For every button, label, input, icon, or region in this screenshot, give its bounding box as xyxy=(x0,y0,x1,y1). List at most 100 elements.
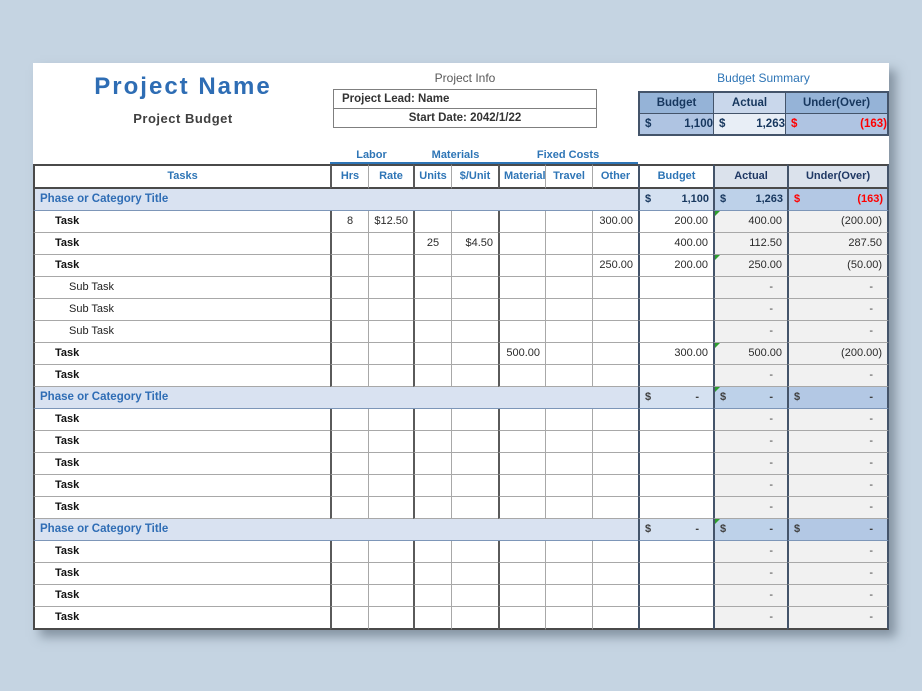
material-cell[interactable] xyxy=(498,607,545,630)
column-header-units[interactable]: Units xyxy=(413,164,451,189)
rate-cell[interactable] xyxy=(368,541,413,563)
column-header-rate[interactable]: Rate xyxy=(368,164,413,189)
rate-cell[interactable] xyxy=(368,475,413,497)
travel-cell[interactable] xyxy=(545,211,592,233)
units-cell[interactable] xyxy=(413,365,451,387)
under-cell[interactable]: - xyxy=(787,607,889,630)
other-cell[interactable] xyxy=(592,233,638,255)
rate-cell[interactable] xyxy=(368,409,413,431)
travel-cell[interactable] xyxy=(545,585,592,607)
task-label-cell[interactable]: Task xyxy=(33,343,330,365)
rate-cell[interactable] xyxy=(368,607,413,630)
actual-cell[interactable]: 500.00 xyxy=(713,343,787,365)
unit-cost-cell[interactable] xyxy=(451,431,498,453)
column-header-material[interactable]: Material xyxy=(498,164,545,189)
actual-cell[interactable]: - xyxy=(713,607,787,630)
units-cell[interactable] xyxy=(413,431,451,453)
under-cell[interactable]: 287.50 xyxy=(787,233,889,255)
unit-cost-cell[interactable] xyxy=(451,365,498,387)
budget-cell[interactable] xyxy=(638,299,713,321)
material-cell[interactable] xyxy=(498,299,545,321)
other-cell[interactable] xyxy=(592,475,638,497)
unit-cost-cell[interactable] xyxy=(451,541,498,563)
actual-cell[interactable]: - xyxy=(713,541,787,563)
travel-cell[interactable] xyxy=(545,299,592,321)
phase-title-cell[interactable]: Phase or Category Title xyxy=(33,387,638,409)
task-label-cell[interactable]: Task xyxy=(33,475,330,497)
rate-cell[interactable] xyxy=(368,277,413,299)
rate-cell[interactable] xyxy=(368,453,413,475)
travel-cell[interactable] xyxy=(545,233,592,255)
other-cell[interactable] xyxy=(592,453,638,475)
hrs-cell[interactable] xyxy=(330,607,368,630)
task-label-cell[interactable]: Task xyxy=(33,585,330,607)
task-label-cell[interactable]: Task xyxy=(33,541,330,563)
hrs-cell[interactable] xyxy=(330,365,368,387)
material-cell[interactable] xyxy=(498,585,545,607)
rate-cell[interactable] xyxy=(368,299,413,321)
unit-cost-cell[interactable] xyxy=(451,321,498,343)
rate-cell[interactable] xyxy=(368,255,413,277)
unit-cost-cell[interactable] xyxy=(451,211,498,233)
phase-under-cell[interactable]: $- xyxy=(787,519,889,541)
other-cell[interactable]: 300.00 xyxy=(592,211,638,233)
phase-title-cell[interactable]: Phase or Category Title xyxy=(33,189,638,211)
other-cell[interactable] xyxy=(592,299,638,321)
other-cell[interactable] xyxy=(592,585,638,607)
units-cell[interactable] xyxy=(413,563,451,585)
travel-cell[interactable] xyxy=(545,277,592,299)
other-cell[interactable] xyxy=(592,497,638,519)
material-cell[interactable] xyxy=(498,321,545,343)
under-cell[interactable]: - xyxy=(787,541,889,563)
task-label-cell[interactable]: Task xyxy=(33,607,330,630)
material-cell[interactable] xyxy=(498,233,545,255)
travel-cell[interactable] xyxy=(545,343,592,365)
task-label-cell[interactable]: Task xyxy=(33,365,330,387)
hrs-cell[interactable] xyxy=(330,299,368,321)
material-cell[interactable] xyxy=(498,497,545,519)
units-cell[interactable] xyxy=(413,277,451,299)
other-cell[interactable] xyxy=(592,409,638,431)
units-cell[interactable] xyxy=(413,475,451,497)
actual-cell[interactable]: - xyxy=(713,563,787,585)
actual-cell[interactable]: - xyxy=(713,497,787,519)
rate-cell[interactable] xyxy=(368,321,413,343)
column-header-under-over[interactable]: Under(Over) xyxy=(787,164,889,189)
units-cell[interactable] xyxy=(413,409,451,431)
phase-budget-cell[interactable]: $- xyxy=(638,387,713,409)
unit-cost-cell[interactable] xyxy=(451,409,498,431)
hrs-cell[interactable] xyxy=(330,233,368,255)
budget-cell[interactable] xyxy=(638,497,713,519)
budget-cell[interactable] xyxy=(638,277,713,299)
actual-cell[interactable]: - xyxy=(713,321,787,343)
actual-cell[interactable]: - xyxy=(713,365,787,387)
budget-cell[interactable] xyxy=(638,409,713,431)
project-name-cell[interactable]: Project Name xyxy=(33,73,333,101)
under-cell[interactable]: - xyxy=(787,365,889,387)
rate-cell[interactable] xyxy=(368,365,413,387)
hrs-cell[interactable] xyxy=(330,431,368,453)
travel-cell[interactable] xyxy=(545,321,592,343)
task-label-cell[interactable]: Task xyxy=(33,453,330,475)
summary-actual-value[interactable]: $1,263 xyxy=(713,114,785,134)
travel-cell[interactable] xyxy=(545,409,592,431)
units-cell[interactable] xyxy=(413,299,451,321)
material-cell[interactable] xyxy=(498,475,545,497)
under-cell[interactable]: (50.00) xyxy=(787,255,889,277)
start-date-cell[interactable]: Start Date: 2042/1/22 xyxy=(334,109,596,127)
material-cell[interactable]: 500.00 xyxy=(498,343,545,365)
actual-cell[interactable]: - xyxy=(713,475,787,497)
budget-cell[interactable] xyxy=(638,365,713,387)
units-cell[interactable] xyxy=(413,343,451,365)
summary-header-under-over[interactable]: Under(Over) xyxy=(785,93,887,114)
travel-cell[interactable] xyxy=(545,497,592,519)
unit-cost-cell[interactable] xyxy=(451,299,498,321)
task-label-cell[interactable]: Sub Task xyxy=(33,277,330,299)
unit-cost-cell[interactable] xyxy=(451,497,498,519)
material-cell[interactable] xyxy=(498,563,545,585)
under-cell[interactable]: - xyxy=(787,409,889,431)
column-header-tasks[interactable]: Tasks xyxy=(33,164,330,189)
budget-cell[interactable]: 200.00 xyxy=(638,255,713,277)
phase-budget-cell[interactable]: $1,100 xyxy=(638,189,713,211)
under-cell[interactable]: - xyxy=(787,563,889,585)
